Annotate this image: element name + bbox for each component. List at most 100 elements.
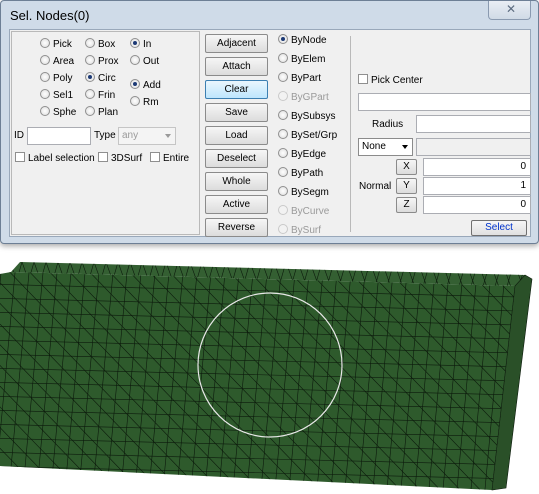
id-label: ID <box>14 130 24 141</box>
radio-label: In <box>143 39 152 50</box>
radio-bygpart-dot <box>278 91 288 102</box>
adjacent-button[interactable]: Adjacent <box>205 34 268 53</box>
normal-label: Normal <box>359 181 392 192</box>
radio-sel1[interactable]: Sel1 <box>40 89 73 103</box>
radio-byedge[interactable]: ByEdge <box>278 148 326 162</box>
radio-bynode-dot <box>278 34 288 45</box>
radio-bysubsys[interactable]: BySubsys <box>278 110 335 124</box>
radio-bysetgrp-dot <box>278 129 288 140</box>
radio-out[interactable]: Out <box>130 55 159 69</box>
checkbox-box <box>150 152 160 163</box>
select-button[interactable]: Select <box>471 220 527 236</box>
normal-z-button[interactable]: Z <box>396 197 417 213</box>
radio-box[interactable]: Box <box>85 38 115 52</box>
type-select[interactable]: any <box>118 127 176 145</box>
radio-label: BySet/Grp <box>291 130 338 141</box>
radio-label: ByCurve <box>291 206 330 217</box>
radio-prox[interactable]: Prox <box>85 55 119 69</box>
checkbox-box <box>15 152 25 163</box>
radio-plan-dot <box>85 106 95 117</box>
radio-byedge-dot <box>278 148 288 159</box>
radio-label: ByPart <box>291 73 322 84</box>
none-select[interactable]: None <box>358 138 413 156</box>
normal-y-input[interactable]: 1 <box>423 177 531 195</box>
3dsurf-checkbox[interactable]: 3DSurf <box>98 152 142 166</box>
radio-label: Circ <box>98 73 116 84</box>
radio-poly-dot <box>40 72 50 83</box>
vertical-separator <box>350 36 351 232</box>
normal-y-button[interactable]: Y <box>396 178 417 194</box>
radio-bysegm[interactable]: BySegm <box>278 186 329 200</box>
radio-add[interactable]: Add <box>130 79 161 93</box>
deselect-button[interactable]: Deselect <box>205 149 268 168</box>
checkbox-label: Pick Center <box>371 75 423 86</box>
checkbox-label: Entire <box>163 153 190 164</box>
radio-bypath-dot <box>278 167 288 178</box>
entire-checkbox[interactable]: Entire <box>150 152 189 166</box>
close-icon: ✕ <box>506 2 517 16</box>
radio-label: ByEdge <box>291 149 327 160</box>
radio-pick-dot <box>40 38 50 49</box>
radio-bysetgrp[interactable]: BySet/Grp <box>278 129 337 143</box>
radio-add-dot <box>130 79 140 90</box>
dialog-client-area: Pick Area Poly Sel1 Sphe Box Prox Circ F… <box>9 29 531 237</box>
radio-bypart[interactable]: ByPart <box>278 72 321 86</box>
radio-label: Add <box>143 80 161 91</box>
radio-label: Plan <box>98 107 119 118</box>
radio-label: ByNode <box>291 35 327 46</box>
center-input[interactable] <box>358 93 531 111</box>
clear-button[interactable]: Clear <box>205 80 268 99</box>
attach-button[interactable]: Attach <box>205 57 268 76</box>
radio-rm[interactable]: Rm <box>130 96 159 110</box>
radio-label: Box <box>98 39 116 50</box>
radio-label: Sel1 <box>53 90 74 101</box>
active-button[interactable]: Active <box>205 195 268 214</box>
reverse-button[interactable]: Reverse <box>205 218 268 237</box>
radio-circ-dot <box>85 72 95 83</box>
none-select-value: None <box>362 141 386 152</box>
label-selection-checkbox[interactable]: Label selection <box>15 152 95 166</box>
radius-input[interactable] <box>416 115 531 133</box>
close-button[interactable]: ✕ <box>488 1 531 20</box>
whole-button[interactable]: Whole <box>205 172 268 191</box>
normal-x-button[interactable]: X <box>396 159 417 175</box>
radio-bysegm-dot <box>278 186 288 197</box>
load-button[interactable]: Load <box>205 126 268 145</box>
radio-bynode[interactable]: ByNode <box>278 34 327 48</box>
radio-circ[interactable]: Circ <box>85 72 116 86</box>
radio-label: Area <box>53 56 75 67</box>
normal-x-input[interactable]: 0 <box>423 158 531 176</box>
radio-poly[interactable]: Poly <box>40 72 72 86</box>
radio-pick[interactable]: Pick <box>40 38 72 52</box>
id-input[interactable] <box>27 127 91 145</box>
radius-label: Radius <box>372 119 404 130</box>
radio-label: Pick <box>53 39 72 50</box>
title-bar[interactable]: Sel. Nodes(0) ✕ <box>1 1 538 29</box>
radio-plan[interactable]: Plan <box>85 106 118 120</box>
radio-prox-dot <box>85 55 95 66</box>
radio-area[interactable]: Area <box>40 55 74 69</box>
select-nodes-dialog: Sel. Nodes(0) ✕ Pick Area Poly Sel1 Sphe… <box>0 0 539 244</box>
radio-label: Poly <box>53 73 73 84</box>
radio-bypath[interactable]: ByPath <box>278 167 323 181</box>
radio-label: ByGPart <box>291 92 329 103</box>
checkbox-label: 3DSurf <box>111 153 143 164</box>
radio-sphe[interactable]: Sphe <box>40 106 76 120</box>
radio-area-dot <box>40 55 50 66</box>
checkbox-label: Label selection <box>28 153 95 164</box>
radio-out-dot <box>130 55 140 66</box>
radio-byelem[interactable]: ByElem <box>278 53 325 67</box>
selection-mode-panel: Pick Area Poly Sel1 Sphe Box Prox Circ F… <box>11 31 200 235</box>
pick-center-checkbox[interactable]: Pick Center <box>358 74 423 88</box>
radio-bycurve: ByCurve <box>278 205 329 219</box>
radio-frin-dot <box>85 89 95 100</box>
save-button[interactable]: Save <box>205 103 268 122</box>
normal-z-input[interactable]: 0 <box>423 196 531 214</box>
checkbox-box <box>358 74 368 85</box>
radio-sel1-dot <box>40 89 50 100</box>
radio-frin[interactable]: Frin <box>85 89 115 103</box>
radio-rm-dot <box>130 96 140 107</box>
type-label: Type <box>94 130 116 141</box>
radio-bygpart: ByGPart <box>278 91 329 105</box>
radio-in[interactable]: In <box>130 38 151 52</box>
